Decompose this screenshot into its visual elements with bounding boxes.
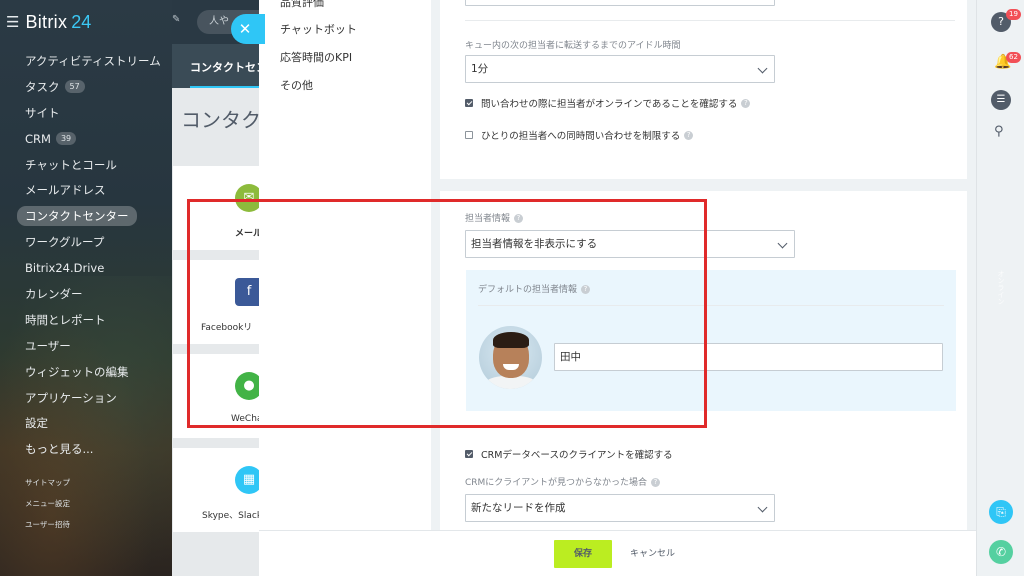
wechat-icon: ● bbox=[235, 372, 259, 400]
tab-contact-center[interactable]: コンタクトセン bbox=[190, 59, 259, 75]
help-badge: 19 bbox=[1006, 9, 1021, 20]
facebook-icon: f bbox=[235, 278, 259, 306]
menu-icon[interactable]: ☰ bbox=[6, 13, 19, 31]
default-agent-info-panel: デフォルトの担当者情報? 田中 bbox=[466, 270, 956, 411]
count-badge: 57 bbox=[64, 80, 85, 94]
help-icon[interactable]: ? bbox=[514, 214, 524, 223]
agent-info-label: 担当者情報? bbox=[465, 211, 524, 224]
nav-item-activity-stream[interactable]: アクティビティストリーム bbox=[0, 48, 172, 74]
settings-nav: 品質評価 チャットボット 応答時間のKPI その他 bbox=[259, 0, 431, 530]
crm-check-row[interactable]: CRMデータベースのクライアントを確認する bbox=[465, 447, 673, 461]
settings-content: キュー内の次の担当者に転送するまでのアイドル時間 1分 問い合わせの際に担当者が… bbox=[431, 0, 976, 530]
settings-nav-other[interactable]: その他 bbox=[280, 77, 313, 93]
nav-item-widget-edit[interactable]: ウィジェットの編集 bbox=[0, 359, 172, 385]
divider bbox=[465, 20, 955, 21]
nav-item-sites[interactable]: サイト bbox=[0, 100, 172, 126]
nav-item-contact-center[interactable]: コンタクトセンター bbox=[0, 203, 172, 229]
help-icon[interactable]: ? bbox=[581, 285, 591, 294]
logo-row: ☰ Bitrix 24 bbox=[6, 10, 91, 34]
check-online-row[interactable]: 問い合わせの際に担当者がオンラインであることを確認する ? bbox=[465, 96, 751, 110]
nav-item-crm[interactable]: CRM 39 bbox=[0, 126, 172, 152]
agent-info-card: 担当者情報? 担当者情報を非表示にする デフォルトの担当者情報? 田中 CRMデ… bbox=[440, 191, 967, 530]
logo[interactable]: Bitrix bbox=[25, 12, 67, 33]
notification-badge: 62 bbox=[1006, 52, 1021, 63]
nav-item-mail[interactable]: メールアドレス bbox=[0, 177, 172, 203]
default-agent-name-input[interactable]: 田中 bbox=[554, 343, 943, 371]
settings-slider: 品質評価 チャットボット 応答時間のKPI その他 キュー内の次の担当者に転送す… bbox=[259, 0, 976, 576]
cancel-button[interactable]: キャンセル bbox=[630, 540, 675, 568]
nav-item-calendar[interactable]: カレンダー bbox=[0, 281, 172, 307]
phone-icon[interactable]: ✆ bbox=[989, 540, 1013, 564]
nav-item-settings[interactable]: 設定 bbox=[0, 410, 172, 436]
nav-item-more[interactable]: もっと見る... bbox=[0, 436, 172, 462]
nav-item-users[interactable]: ユーザー bbox=[0, 333, 172, 359]
crm-notfound-select[interactable]: 新たなリードを作成 bbox=[465, 494, 775, 522]
count-badge: 39 bbox=[55, 132, 77, 146]
queue-settings-card: キュー内の次の担当者に転送するまでのアイドル時間 1分 問い合わせの際に担当者が… bbox=[440, 0, 967, 179]
transfer-icon[interactable]: ⎘ bbox=[989, 500, 1013, 524]
online-status-text: オンライン bbox=[997, 270, 1005, 305]
pencil-icon[interactable]: ✎ bbox=[172, 14, 180, 25]
avatar[interactable] bbox=[479, 326, 542, 389]
right-toolbar: ? 19 🔔 62 ☰ ⚲ オンライン ⎘ ✆ bbox=[976, 0, 1024, 576]
limit-concurrent-row[interactable]: ひとりの担当者への同時問い合わせを制限する ? bbox=[465, 128, 694, 142]
nav-item-time-reports[interactable]: 時間とレポート bbox=[0, 307, 172, 333]
previous-select[interactable] bbox=[465, 0, 775, 6]
nav-item-workgroups[interactable]: ワークグループ bbox=[0, 229, 172, 255]
logo-number: 24 bbox=[71, 11, 92, 32]
save-button[interactable]: 保存 bbox=[554, 540, 612, 568]
slider-footer: 保存 キャンセル bbox=[259, 530, 976, 576]
tile-skype-slack[interactable]: ▦ Skype、Slack bbox=[173, 448, 259, 532]
crm-check-checkbox[interactable] bbox=[465, 450, 473, 458]
crm-notfound-label: CRMにクライアントが見つからなかった場合? bbox=[465, 475, 660, 488]
close-slider-button[interactable]: ✕ bbox=[231, 14, 265, 44]
main-nav: アクティビティストリーム タスク 57 サイト CRM 39 チャットとコール メー… bbox=[0, 48, 172, 535]
nav-invite-users[interactable]: ユーザー招待 bbox=[0, 514, 172, 535]
help-icon[interactable]: ? bbox=[650, 478, 660, 487]
chevron-down-icon bbox=[757, 502, 768, 513]
nav-sitemap[interactable]: サイトマップ bbox=[0, 472, 172, 493]
check-online-checkbox[interactable] bbox=[465, 99, 473, 107]
chevron-down-icon bbox=[757, 63, 768, 74]
settings-nav-quality[interactable]: 品質評価 bbox=[280, 0, 324, 10]
chevron-down-icon bbox=[777, 238, 788, 249]
help-icon[interactable]: ? bbox=[684, 130, 694, 140]
page-title: コンタクト bbox=[181, 110, 259, 132]
close-icon: ✕ bbox=[238, 20, 252, 38]
tile-facebook[interactable]: f Facebookリ bbox=[173, 260, 259, 344]
apps-icon: ▦ bbox=[235, 466, 259, 494]
contact-center-page: ✎ 人や コンタクトセン コンタクト ✉ メール f Facebookリ ● W… bbox=[172, 0, 259, 576]
nav-item-drive[interactable]: Bitrix24.Drive bbox=[0, 255, 172, 281]
default-agent-info-label: デフォルトの担当者情報? bbox=[478, 282, 591, 295]
nav-separator bbox=[0, 462, 172, 472]
idle-time-label: キュー内の次の担当者に転送するまでのアイドル時間 bbox=[465, 41, 681, 51]
nav-item-tasks[interactable]: タスク 57 bbox=[0, 74, 172, 100]
nav-item-chat[interactable]: チャットとコール bbox=[0, 152, 172, 178]
tile-mail[interactable]: ✉ メール bbox=[173, 166, 259, 250]
chat-icon[interactable]: ☰ bbox=[991, 90, 1011, 110]
nav-item-applications[interactable]: アプリケーション bbox=[0, 385, 172, 411]
left-sidebar: ☰ Bitrix 24 アクティビティストリーム タスク 57 サイト CRM 39… bbox=[0, 0, 172, 576]
agent-info-select[interactable]: 担当者情報を非表示にする bbox=[465, 230, 795, 258]
search-icon[interactable]: ⚲ bbox=[994, 124, 1004, 139]
settings-nav-chatbot[interactable]: チャットボット bbox=[280, 21, 357, 37]
idle-time-select[interactable]: 1分 bbox=[465, 55, 775, 83]
settings-nav-kpi[interactable]: 応答時間のKPI bbox=[280, 49, 352, 65]
help-icon[interactable]: ? bbox=[741, 98, 751, 108]
mail-icon: ✉ bbox=[235, 184, 259, 212]
limit-concurrent-checkbox[interactable] bbox=[465, 131, 473, 139]
tile-wechat[interactable]: ● WeCha bbox=[173, 354, 259, 438]
nav-menu-settings[interactable]: メニュー設定 bbox=[0, 493, 172, 514]
divider bbox=[478, 305, 944, 306]
tab-underline bbox=[190, 86, 259, 88]
